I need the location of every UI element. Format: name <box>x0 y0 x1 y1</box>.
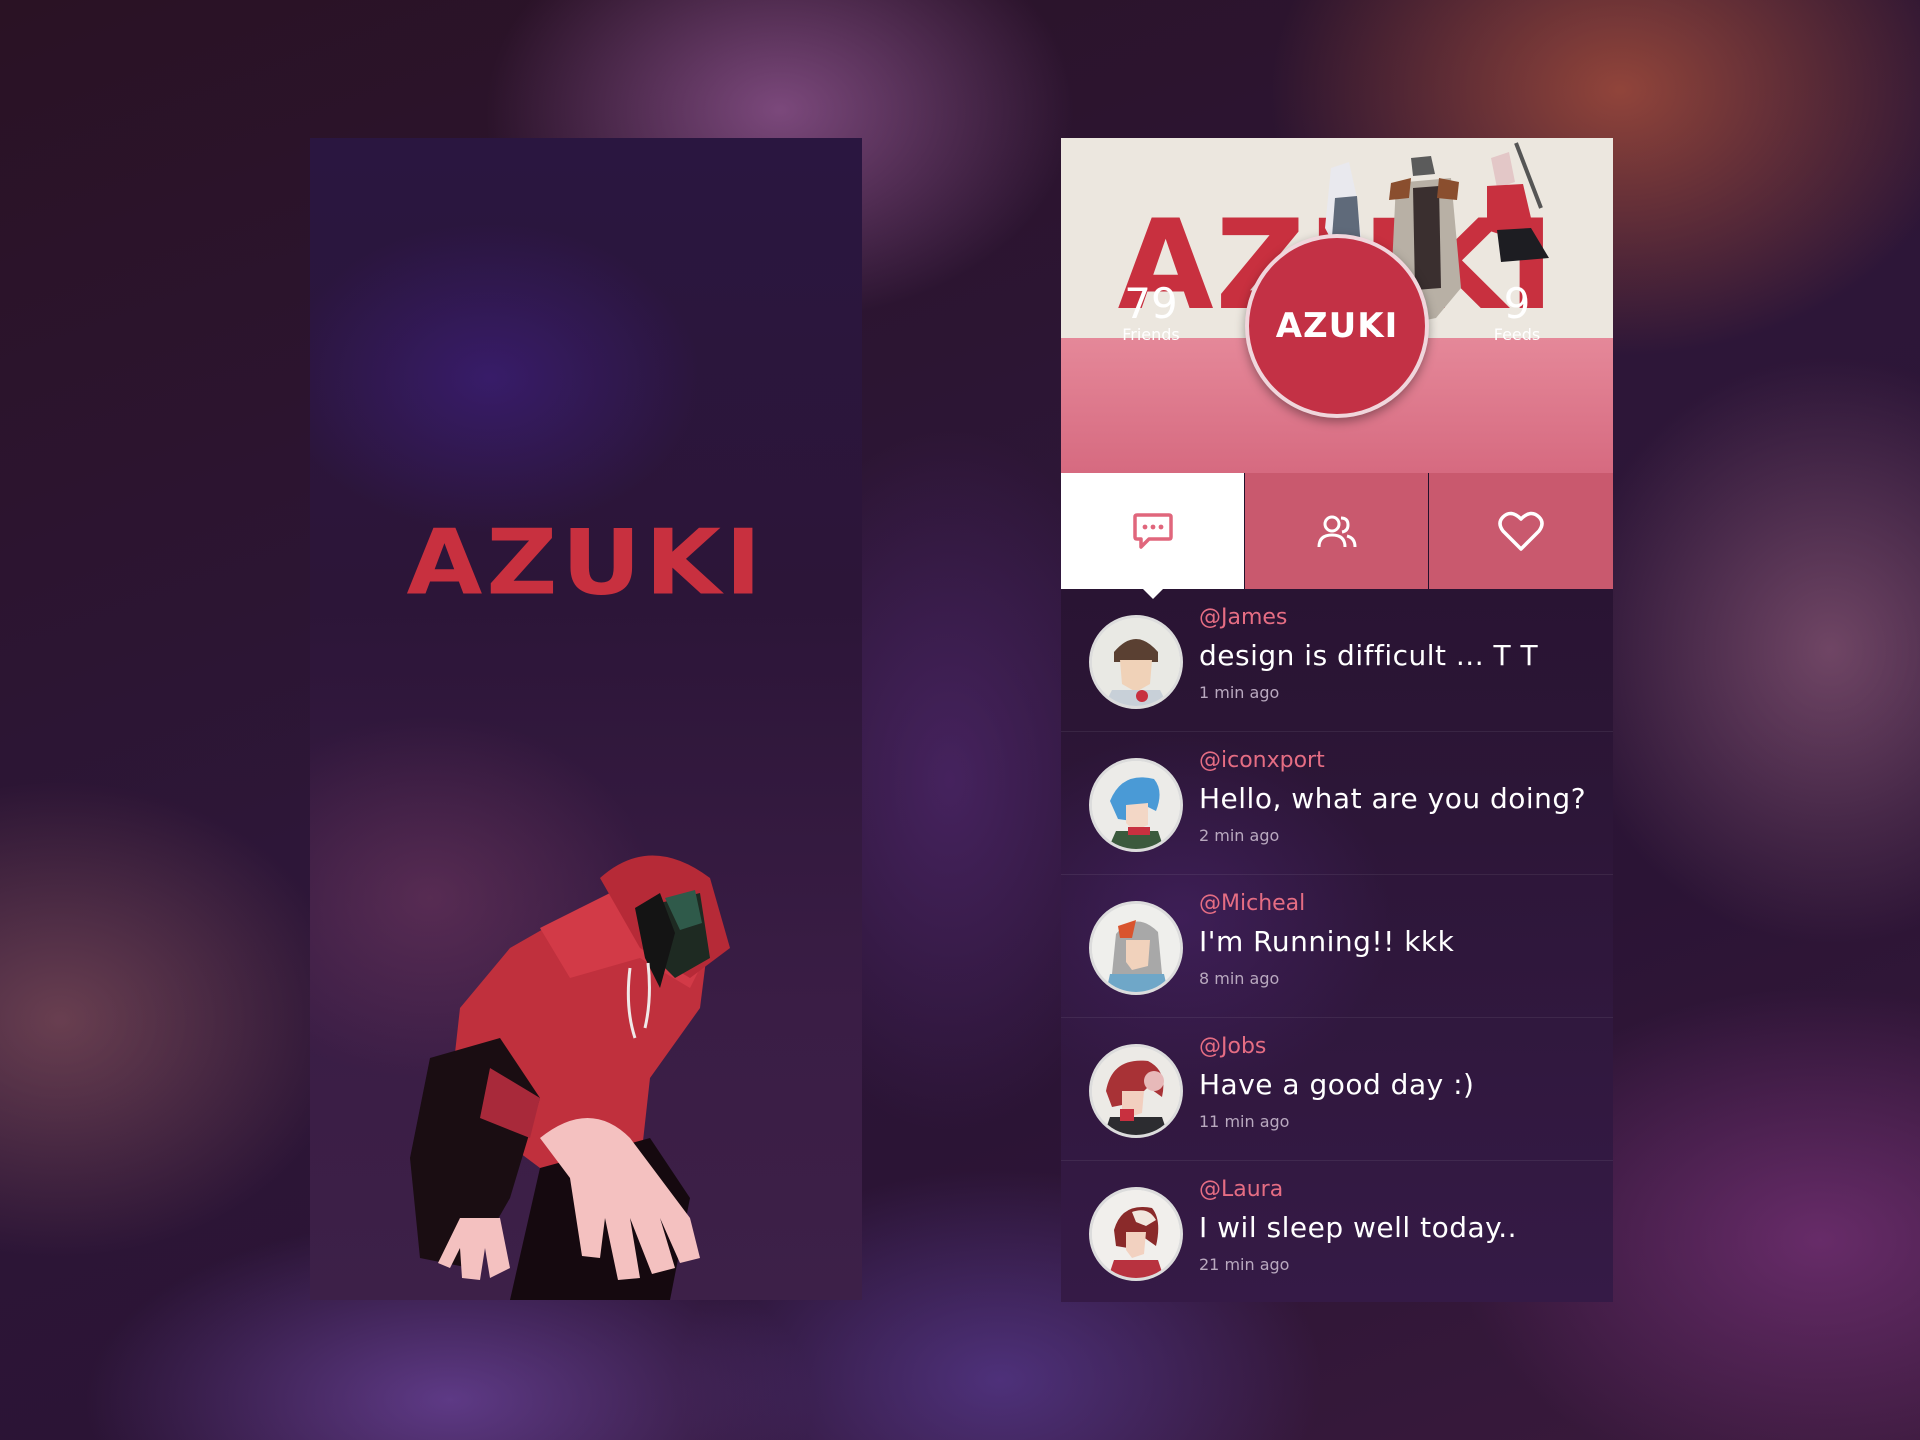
feed-timestamp: 8 min ago <box>1199 969 1280 988</box>
friends-count: 79 <box>1124 279 1178 328</box>
james-avatar-illustration <box>1092 618 1180 706</box>
profile-avatar[interactable]: AZUKI <box>1245 234 1429 418</box>
feed-handle[interactable]: @Jobs <box>1199 1034 1266 1059</box>
tab-friends[interactable] <box>1245 473 1428 589</box>
iconxport-avatar-illustration <box>1092 761 1180 849</box>
feed-item[interactable]: @Micheal I'm Running!! kkk 8 min ago <box>1061 875 1613 1018</box>
feeds-count: 9 <box>1503 279 1531 328</box>
feed-item[interactable]: @iconxport Hello, what are you doing? 2 … <box>1061 732 1613 875</box>
avatar[interactable] <box>1089 758 1183 852</box>
splash-logo: AZUKI <box>406 510 766 616</box>
feed-item[interactable]: @Jobs Have a good day :) 11 min ago <box>1061 1018 1613 1161</box>
feed-handle[interactable]: @iconxport <box>1199 748 1325 773</box>
heart-icon <box>1498 511 1544 551</box>
micheal-avatar-illustration <box>1092 904 1180 992</box>
chat-bubble-icon <box>1132 513 1173 549</box>
laura-avatar-illustration <box>1092 1190 1180 1278</box>
feeds-label: Feeds <box>1493 325 1541 344</box>
friends-stat[interactable]: 79 Friends <box>1091 282 1211 344</box>
tab-likes[interactable] <box>1429 473 1613 589</box>
friends-label: Friends <box>1122 325 1180 344</box>
feed-item[interactable]: @James design is difficult ... T T 1 min… <box>1061 589 1613 732</box>
feed-timestamp: 2 min ago <box>1199 826 1280 845</box>
tab-messages[interactable] <box>1061 473 1244 589</box>
avatar[interactable] <box>1089 901 1183 995</box>
feed-item[interactable]: @Laura I wil sleep well today.. 21 min a… <box>1061 1161 1613 1302</box>
feeds-stat[interactable]: 9 Feeds <box>1457 282 1577 344</box>
avatar[interactable] <box>1089 615 1183 709</box>
jobs-avatar-illustration <box>1092 1047 1180 1135</box>
feed-list: @James design is difficult ... T T 1 min… <box>1061 589 1613 1302</box>
profile-avatar-label: AZUKI <box>1275 306 1399 346</box>
profile-tabs <box>1061 473 1613 599</box>
feed-message: I wil sleep well today.. <box>1199 1211 1518 1244</box>
feed-message: I'm Running!! kkk <box>1199 925 1455 958</box>
splash-screen: AZUKI <box>310 138 862 1300</box>
feed-handle[interactable]: @Laura <box>1199 1177 1283 1202</box>
feed-handle[interactable]: @James <box>1199 605 1287 630</box>
feed-timestamp: 11 min ago <box>1199 1112 1290 1131</box>
avatar[interactable] <box>1089 1187 1183 1281</box>
feed-handle[interactable]: @Micheal <box>1199 891 1305 916</box>
feed-message: design is difficult ... T T <box>1199 639 1539 672</box>
avatar[interactable] <box>1089 1044 1183 1138</box>
feed-timestamp: 1 min ago <box>1199 683 1280 702</box>
users-icon <box>1317 515 1356 548</box>
hero-illustration <box>410 855 730 1300</box>
feed-timestamp: 21 min ago <box>1199 1255 1290 1274</box>
feed-message: Hello, what are you doing? <box>1199 782 1587 815</box>
profile-screen: AZUKI 79 Friends 9 Feeds AZUKI <box>1061 138 1613 1302</box>
active-tab-pointer <box>1141 587 1165 599</box>
feed-message: Have a good day :) <box>1199 1068 1475 1101</box>
